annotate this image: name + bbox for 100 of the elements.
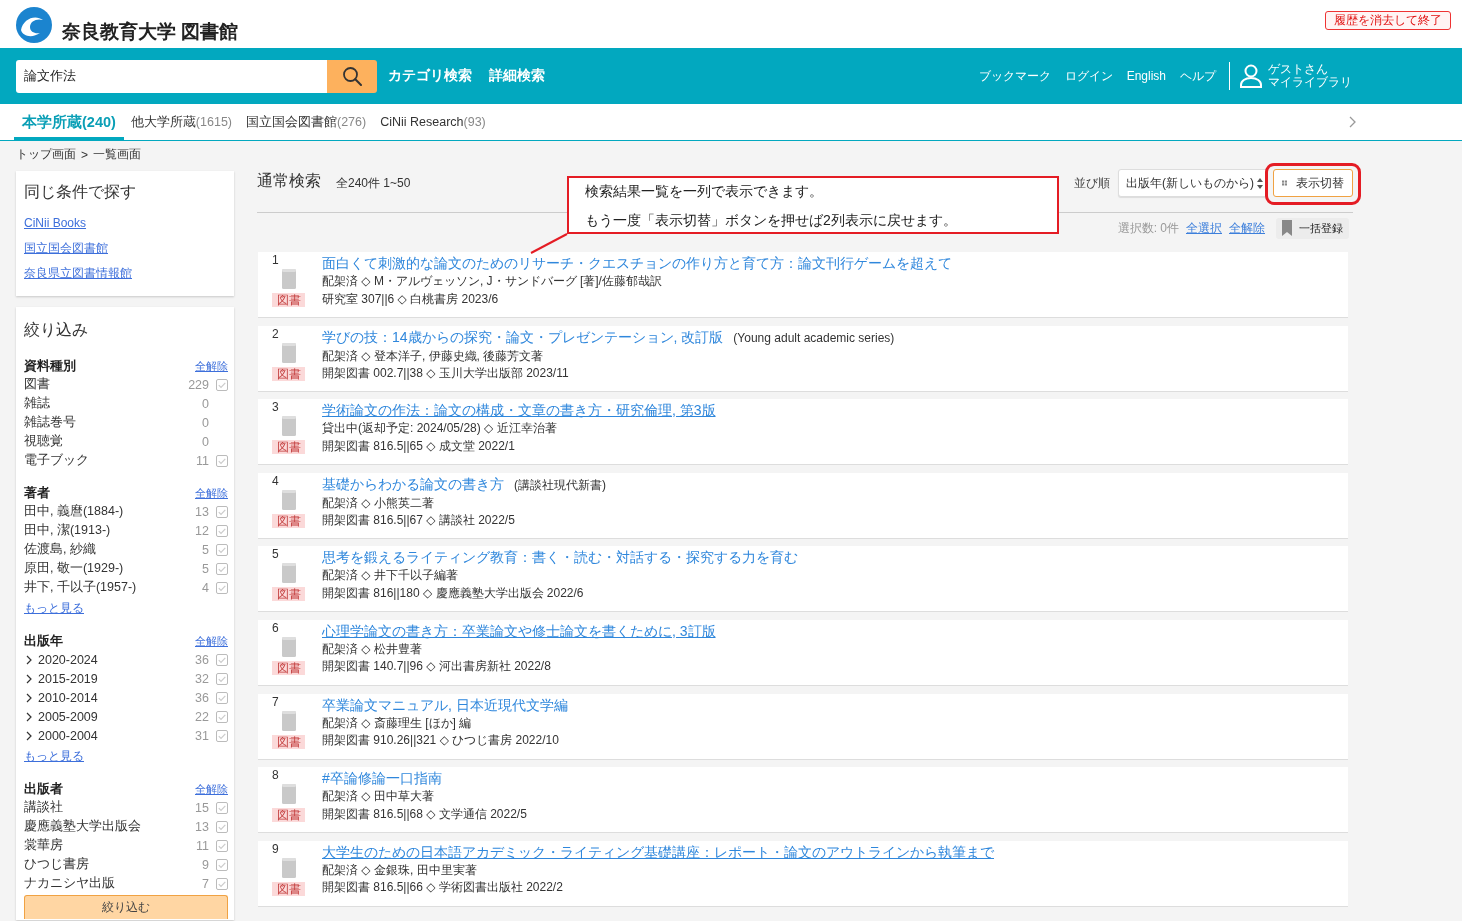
nav-link[interactable]: カテゴリ検索 (388, 67, 472, 85)
result-tab[interactable]: 国立国会図書館(276) (239, 104, 374, 140)
result-title-link[interactable]: 心理学論文の書き方：卒業論文や修士論文を書くために, 3訂版 (322, 622, 716, 639)
search-icon (342, 66, 362, 86)
search-field[interactable]: 論文作法 (16, 59, 327, 93)
holding-info: 配架済 ◇ 小熊英二著 (322, 494, 435, 512)
filter-group-title: 出版年 (24, 632, 63, 650)
filter-label: 図書 (24, 376, 51, 393)
location-info: 開架図書 816.5||67 ◇ 講談社 2022/5 (322, 512, 516, 530)
sort-arrows-icon (1257, 177, 1263, 189)
filter-count: 36 (195, 690, 209, 705)
site-title: 奈良教育大学 図書館 (62, 20, 239, 44)
my-library-link[interactable]: ゲストさん マイライブラリ (1240, 63, 1352, 89)
filter-count: 0 (202, 434, 209, 449)
chevron-right-icon[interactable] (26, 673, 32, 684)
filter-count: 4 (202, 580, 209, 595)
header-link[interactable]: English (1126, 69, 1166, 83)
filter-checkbox[interactable] (216, 858, 228, 871)
filter-checkbox[interactable] (216, 877, 228, 890)
result-title-link[interactable]: 面白くて刺激的な論文のためのリサーチ・クエスチョンの作り方と育て方：論文刊行ゲームを超えて (322, 255, 952, 271)
filter-count: 32 (195, 671, 209, 686)
result-number: 3 (272, 400, 279, 415)
material-type-badge: 図書 (272, 808, 305, 823)
external-search-link[interactable]: CiNii Books (24, 211, 86, 236)
clear-all-link[interactable]: 全解除 (1229, 219, 1265, 237)
result-title-link[interactable]: 思考を鍛えるライティング教育：書く・読む・対話する・探究する力を育む (322, 549, 798, 566)
external-search-link[interactable]: 国立国会図書館 (24, 236, 108, 261)
filter-checkbox[interactable] (216, 581, 228, 594)
book-icon (281, 342, 296, 363)
result-title-link[interactable]: 学びの技：14歳からの探究・論文・プレゼンテーション, 改訂版 (322, 328, 724, 345)
filter-label: 雑誌巻号 (24, 414, 77, 431)
header-link[interactable]: ログイン (1064, 67, 1113, 85)
view-toggle-button[interactable]: 表示切替 (1273, 169, 1353, 197)
clear-filter-link[interactable]: 全解除 (195, 485, 228, 501)
select-all-link[interactable]: 全選択 (1186, 219, 1222, 237)
location-info: 開架図書 816||180 ◇ 慶應義塾大学出版会 2022/6 (322, 584, 585, 602)
filter-checkbox[interactable] (216, 729, 228, 742)
clear-filter-link[interactable]: 全解除 (195, 781, 228, 797)
filter-checkbox[interactable] (216, 562, 228, 575)
filter-checkbox[interactable] (216, 543, 228, 556)
grid-icon (1282, 178, 1287, 188)
result-number: 7 (272, 694, 279, 709)
result-number: 8 (272, 768, 279, 783)
holding-info: 配架済 ◇ 井下千以子編著 (322, 567, 459, 585)
show-more-link[interactable]: もっと見る (24, 599, 84, 618)
series-text: (Young adult academic series) (733, 330, 895, 345)
holding-info: 配架済 ◇ 斎藤理生 [ほか] 編 (322, 714, 473, 732)
bulk-register-button[interactable]: 一括登録 (1276, 217, 1349, 239)
filter-count: 13 (195, 819, 209, 834)
filter-checkbox[interactable] (216, 820, 228, 833)
show-more-link[interactable]: もっと見る (24, 747, 84, 766)
filter-checkbox[interactable] (216, 839, 228, 852)
clear-filter-link[interactable]: 全解除 (195, 633, 228, 649)
breadcrumb-item[interactable]: トップ画面 (16, 146, 76, 163)
filter-checkbox[interactable] (216, 672, 228, 685)
logo-icon[interactable] (16, 7, 52, 43)
filter-checkbox[interactable] (216, 505, 228, 518)
filter-checkbox[interactable] (216, 653, 228, 666)
holding-info: 配架済 ◇ 松井豊著 (322, 640, 423, 658)
clear-filter-link[interactable]: 全解除 (195, 358, 228, 374)
chevron-right-icon[interactable] (26, 730, 32, 741)
chevron-right-icon[interactable] (26, 654, 32, 665)
result-title-link[interactable]: 卒業論文マニュアル, 日本近現代文学編 (322, 696, 568, 713)
result-title-link[interactable]: 大学生のための日本語アカデミック・ライティング基礎講座：レポート・論文のアウトラインから執筆まで (322, 843, 994, 860)
result-tab[interactable]: 本学所蔵(240) (14, 104, 124, 140)
filter-checkbox[interactable] (216, 691, 228, 704)
material-type-badge: 図書 (272, 513, 305, 528)
filter-count: 9 (202, 857, 209, 872)
result-title-link[interactable]: #卒論修論一口指南 (322, 770, 442, 787)
clear-history-button[interactable]: 履歴を消去して終了 (1325, 11, 1451, 30)
material-type-badge: 図書 (272, 881, 305, 896)
external-search-link[interactable]: 奈良県立図書情報館 (24, 261, 132, 286)
filter-count: 15 (195, 800, 209, 815)
header-link[interactable]: ヘルプ (1180, 67, 1216, 85)
filter-count: 5 (202, 561, 209, 576)
sort-select[interactable]: 出版年(新しいものから) (1118, 169, 1268, 197)
result-tab[interactable]: 他大学所蔵(1615) (123, 104, 239, 140)
result-title-link[interactable]: 基礎からわかる論文の書き方 (322, 475, 504, 492)
nav-link[interactable]: 詳細検索 (489, 67, 545, 85)
panel-title: 絞り込み (24, 320, 89, 340)
filter-checkbox[interactable] (216, 524, 228, 537)
apply-filter-button[interactable]: 絞り込む (24, 895, 228, 919)
filter-checkbox[interactable] (216, 454, 228, 467)
filter-label: 2005-2009 (38, 709, 99, 724)
result-title-link[interactable]: 学術論文の作法：論文の構成・文章の書き方・研究倫理, 第3版 (322, 402, 716, 419)
chevron-right-icon[interactable] (26, 692, 32, 703)
result-tab[interactable]: CiNii Research(93) (373, 104, 493, 140)
filter-label: 視聴覚 (24, 433, 64, 450)
filter-count: 11 (196, 453, 209, 468)
chevron-right-icon[interactable] (26, 711, 32, 722)
filter-label: 田中, 潔(1913-) (24, 522, 112, 539)
filter-checkbox[interactable] (216, 710, 228, 723)
filter-checkbox[interactable] (216, 801, 228, 814)
location-info: 開架図書 910.26||321 ◇ ひつじ書房 2022/10 (322, 732, 560, 750)
material-type-badge: 図書 (272, 587, 305, 602)
header-link[interactable]: ブックマーク (978, 67, 1051, 85)
filter-count: 22 (195, 709, 209, 724)
location-info: 開架図書 002.7||38 ◇ 玉川大学出版部 2023/11 (322, 365, 570, 383)
filter-checkbox[interactable] (216, 378, 228, 391)
search-button[interactable] (327, 59, 377, 93)
